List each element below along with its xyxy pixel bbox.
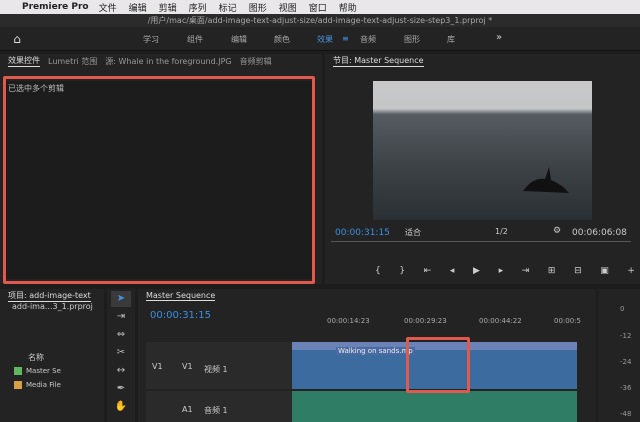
tab-graphics[interactable]: 图形 bbox=[404, 34, 420, 45]
mark-in-icon[interactable]: { bbox=[375, 266, 381, 280]
lift-icon[interactable]: ⊞ bbox=[548, 266, 556, 280]
program-monitor: 节目: Master Sequence 00:00:31:15 适合 1/2 ⚙… bbox=[325, 54, 640, 284]
v1-track-header: V1 V1 视频 1 bbox=[146, 342, 294, 389]
app-name[interactable]: Premiere Pro bbox=[22, 2, 89, 12]
resolution-select[interactable]: 1/2 bbox=[495, 227, 508, 236]
go-to-out-icon[interactable]: ⇥ bbox=[522, 266, 530, 280]
menu-window[interactable]: 窗口 bbox=[309, 1, 327, 14]
tools-panel: ➤ ⇥ ⇔ ✂ ↔ ✒ ✋ bbox=[107, 289, 135, 422]
v1-target[interactable]: V1 bbox=[152, 362, 163, 371]
whale-icon bbox=[523, 167, 569, 193]
menu-marker[interactable]: 标记 bbox=[219, 1, 237, 14]
step-back-icon[interactable]: ◂ bbox=[450, 266, 455, 280]
audio-meter: 0 -12 -24 -36 -48 bbox=[598, 289, 640, 422]
track-select-tool-icon[interactable]: ⇥ bbox=[111, 309, 131, 325]
menu-help[interactable]: 帮助 bbox=[339, 1, 357, 14]
menu-view[interactable]: 视图 bbox=[279, 1, 297, 14]
tab-learn[interactable]: 学习 bbox=[143, 34, 159, 45]
highlight-box-effects bbox=[3, 76, 315, 284]
tab-libraries[interactable]: 库 bbox=[447, 34, 455, 45]
name-column-header[interactable]: 名称 bbox=[28, 352, 44, 363]
program-title[interactable]: 节目: Master Sequence bbox=[333, 55, 424, 67]
program-timecode[interactable]: 00:00:31:15 bbox=[335, 228, 390, 238]
timeline-timecode[interactable]: 00:00:31:15 bbox=[150, 310, 211, 321]
clip-name[interactable]: Walking on sands.mp bbox=[336, 347, 415, 355]
selection-tool-icon[interactable]: ➤ bbox=[111, 291, 131, 307]
slip-tool-icon[interactable]: ↔ bbox=[111, 363, 131, 379]
playhead-scrubber[interactable] bbox=[331, 241, 631, 255]
list-item[interactable]: Media File bbox=[14, 381, 102, 393]
v1-track-name: 视频 1 bbox=[204, 365, 228, 374]
tab-audio[interactable]: 音频 bbox=[360, 34, 376, 45]
step-forward-icon[interactable]: ▸ bbox=[499, 266, 504, 280]
workspace-menu-icon[interactable]: ≡ bbox=[342, 34, 349, 43]
highlight-box-timeline bbox=[406, 337, 470, 393]
tab-assembly[interactable]: 组件 bbox=[187, 34, 203, 45]
tab-lumetri-scopes[interactable]: Lumetri 范围 bbox=[48, 56, 97, 67]
tab-editing[interactable]: 编辑 bbox=[231, 34, 247, 45]
mark-out-icon[interactable]: } bbox=[399, 266, 405, 280]
tab-effects[interactable]: 效果 bbox=[317, 34, 333, 45]
a1-track-header: A1 音频 1 bbox=[146, 391, 294, 422]
menu-graphics[interactable]: 图形 bbox=[249, 1, 267, 14]
menu-bar: Premiere Pro 文件 编辑 剪辑 序列 标记 图形 视图 窗口 帮助 bbox=[0, 0, 640, 14]
list-item[interactable]: Master Se bbox=[14, 367, 102, 379]
extract-icon[interactable]: ⊟ bbox=[574, 266, 582, 280]
tab-color[interactable]: 颜色 bbox=[274, 34, 290, 45]
timeline-tabs: Master Sequence bbox=[138, 289, 216, 303]
workspace-bar: ⌂ 学习 组件 编辑 颜色 效果 ≡ 音频 图形 库 » bbox=[0, 27, 640, 51]
effects-panel-tabs: 效果控件 Lumetri 范围 源: Whale in the foregrou… bbox=[0, 54, 272, 68]
project-panel: 项目: add-image-text add-ima...3_1.prproj … bbox=[0, 289, 104, 422]
tab-effect-controls[interactable]: 效果控件 bbox=[8, 55, 40, 67]
a1-source[interactable]: A1 bbox=[182, 405, 193, 414]
transport-controls: { } ⇤ ◂ ▶ ▸ ⇥ ⊞ ⊟ ▣ + bbox=[375, 266, 635, 280]
sequence-tab[interactable]: Master Sequence bbox=[146, 291, 216, 301]
menu-sequence[interactable]: 序列 bbox=[189, 1, 207, 14]
hand-tool-icon[interactable]: ✋ bbox=[111, 399, 131, 415]
a1-track-name: 音频 1 bbox=[204, 406, 228, 415]
tab-source[interactable]: 源: Whale in the foreground.JPG bbox=[105, 56, 231, 67]
menu-edit[interactable]: 编辑 bbox=[129, 1, 147, 14]
menu-file[interactable]: 文件 bbox=[99, 1, 117, 14]
go-to-in-icon[interactable]: ⇤ bbox=[424, 266, 432, 280]
project-path: /用户/mac/桌面/add-image-text-adjust-size/ad… bbox=[0, 14, 640, 27]
export-frame-icon[interactable]: ▣ bbox=[600, 266, 609, 280]
fit-select[interactable]: 适合 bbox=[405, 227, 421, 238]
a1-track[interactable] bbox=[292, 391, 577, 422]
ripple-edit-tool-icon[interactable]: ⇔ bbox=[111, 327, 131, 343]
project-filename: add-ima...3_1.prproj bbox=[12, 302, 93, 311]
wrench-icon[interactable]: ⚙ bbox=[553, 226, 561, 236]
program-duration: 00:06:06:08 bbox=[572, 228, 627, 238]
more-workspaces-icon[interactable]: » bbox=[496, 32, 502, 43]
pen-tool-icon[interactable]: ✒ bbox=[111, 381, 131, 397]
timeline-panel: Master Sequence 00:00:31:15 00:00:14:23 … bbox=[138, 289, 596, 422]
v1-source[interactable]: V1 bbox=[182, 362, 193, 371]
home-icon[interactable]: ⌂ bbox=[10, 32, 24, 46]
menu-clip[interactable]: 剪辑 bbox=[159, 1, 177, 14]
razor-tool-icon[interactable]: ✂ bbox=[111, 345, 131, 361]
program-tabs: 节目: Master Sequence bbox=[325, 54, 424, 68]
video-frame bbox=[373, 81, 592, 220]
project-title[interactable]: 项目: add-image-text bbox=[8, 290, 91, 302]
time-ruler[interactable]: 00:00:14:23 00:00:29:23 00:00:44:22 00:0… bbox=[292, 317, 592, 331]
add-button-icon[interactable]: + bbox=[627, 266, 635, 280]
project-tabs: 项目: add-image-text bbox=[0, 289, 91, 303]
tab-audio-clip[interactable]: 音频剪辑 bbox=[240, 56, 272, 67]
play-icon[interactable]: ▶ bbox=[473, 266, 480, 280]
